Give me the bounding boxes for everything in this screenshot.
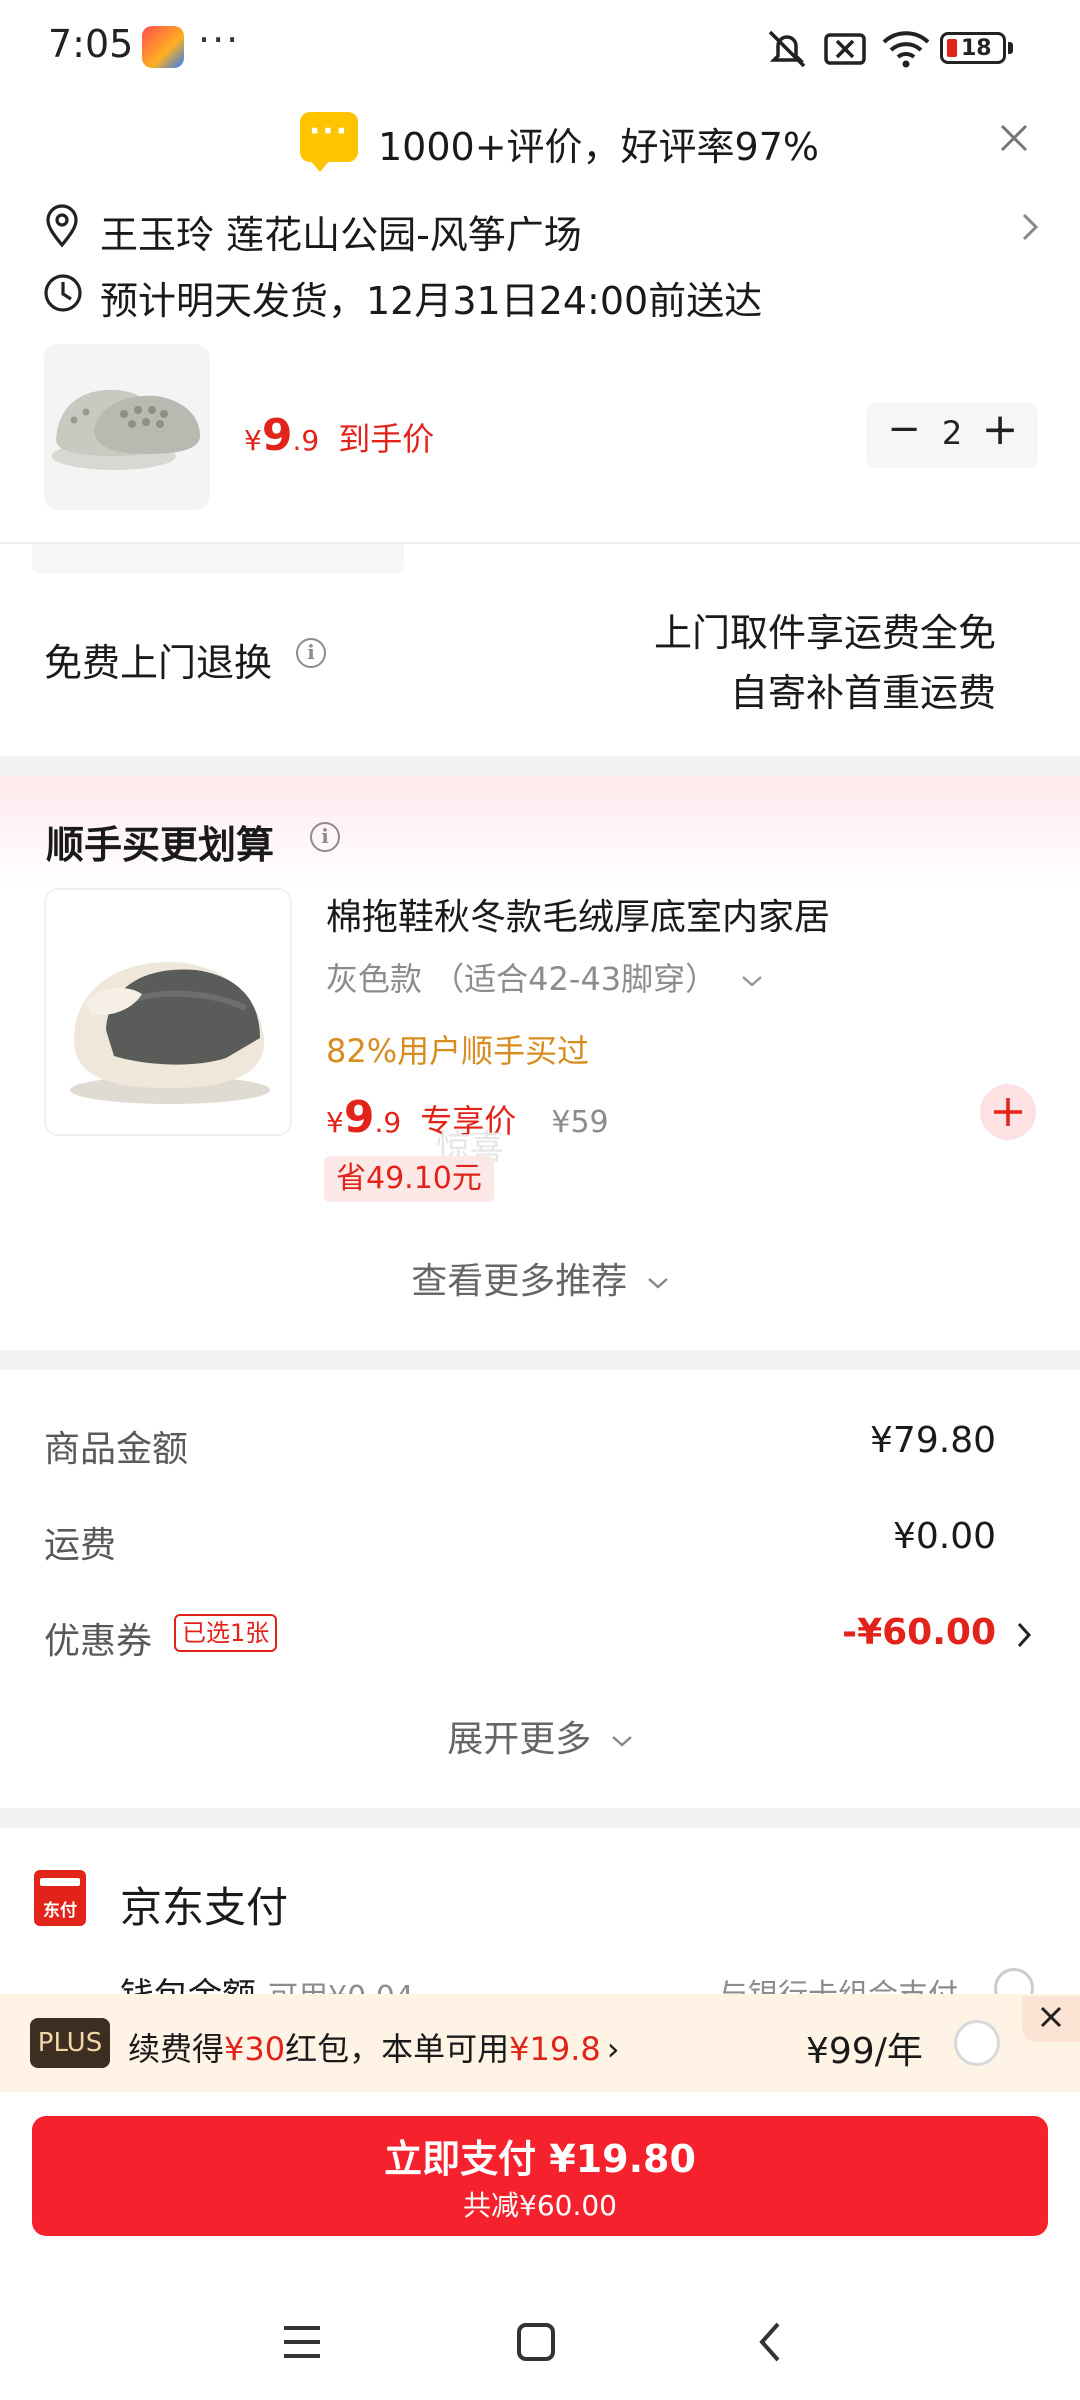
pay-now-label: 立即支付 ¥19.80: [384, 2137, 696, 2181]
battery-level: [947, 39, 957, 57]
shipping-value: ¥0.00: [892, 1516, 996, 1557]
status-bar: 7:05 ··· 18: [0, 0, 1080, 92]
return-line2: 自寄补首重运费: [729, 671, 996, 715]
mute-icon: [768, 30, 806, 68]
price-label: 到手价: [338, 420, 435, 458]
variant-selector[interactable]: 灰色款 （适合42-43脚穿）: [326, 954, 763, 1000]
address-text: 王玉玲 莲花山公园-风筝广场: [100, 213, 582, 257]
system-nav-bar: [0, 2284, 1080, 2400]
wifi-icon: [882, 31, 930, 68]
close-icon[interactable]: [994, 118, 1034, 158]
more-notifications-icon: ···: [198, 18, 241, 62]
return-label: 免费上门退换: [44, 641, 273, 685]
back-icon[interactable]: [754, 2320, 786, 2364]
plush-slipper-image: [70, 961, 270, 1104]
recommend-product-image[interactable]: [44, 888, 292, 1136]
section-gap: [0, 1350, 1080, 1370]
close-icon: [1040, 2006, 1062, 2028]
comment-icon: ···: [300, 112, 358, 172]
plus-price: ¥99/年: [806, 2031, 923, 2072]
coupon-row[interactable]: 优惠券 -¥60.00: [0, 1596, 1080, 1672]
recommend-title: 顺手买更划算: [46, 823, 275, 867]
battery-text: 18: [961, 36, 992, 61]
goods-amount-value: ¥79.80: [870, 1420, 996, 1461]
battery-icon: 18: [940, 32, 1006, 64]
pay-now-discount: 共减¥60.00: [463, 2189, 617, 2222]
chevron-right-icon: [1022, 213, 1039, 241]
coupon-count-badge: 已选1张: [174, 1614, 278, 1652]
see-more-recommend[interactable]: 查看更多推荐: [0, 1252, 1080, 1304]
chevron-down-icon: [647, 1278, 668, 1289]
rating-summary[interactable]: 1000+评价，好评率97%: [378, 116, 819, 171]
section-gap: [0, 756, 1080, 776]
clock-icon: [44, 274, 82, 312]
add-to-order-button[interactable]: [980, 1084, 1036, 1140]
pay-now-button[interactable]: 立即支付 ¥19.80 共减¥60.00: [32, 2116, 1048, 2236]
section-gap: [0, 1808, 1080, 1828]
coupon-label: 优惠券: [44, 1621, 153, 1662]
quantity-stepper[interactable]: − 2 +: [866, 402, 1038, 468]
original-price: ¥59: [551, 1105, 609, 1140]
app-notification-icon: [142, 26, 184, 68]
address-row[interactable]: 王玉玲 莲花山公园-风筝广场: [0, 196, 1080, 260]
recommend-product-title[interactable]: 棉拖鞋秋冬款毛绒厚底室内家居: [326, 888, 830, 940]
clock: 7:05: [48, 22, 134, 66]
plus-promo-text[interactable]: 续费得¥30红包，本单可用¥19.8 ›: [128, 2024, 620, 2070]
delivery-estimate: 预计明天发货，12月31日24:00前送达: [100, 279, 763, 323]
chevron-down-icon: [742, 976, 763, 987]
plus-close-button[interactable]: [1022, 1996, 1080, 2042]
increase-button[interactable]: +: [980, 404, 1020, 455]
info-icon[interactable]: i: [296, 638, 326, 668]
location-pin-icon: [46, 204, 78, 248]
jd-pay-icon: 东付: [34, 1870, 86, 1926]
sim-off-icon: [824, 33, 866, 65]
savings-tag: 省49.10元: [324, 1156, 494, 1202]
chevron-right-icon: [1017, 1622, 1032, 1648]
product-price: ¥9.9 到手价: [244, 410, 435, 461]
return-line1: 上门取件享运费全免: [653, 611, 996, 655]
quantity-value[interactable]: 2: [932, 414, 972, 452]
payment-title: 京东支付: [120, 1883, 289, 1932]
info-icon[interactable]: i: [310, 822, 340, 852]
goods-amount-label: 商品金额: [44, 1429, 189, 1470]
chevron-down-icon: [611, 1736, 632, 1747]
battery-tip: [1008, 42, 1013, 54]
menu-icon[interactable]: [282, 2322, 322, 2362]
plus-icon: [994, 1098, 1022, 1126]
home-icon[interactable]: [516, 2322, 556, 2362]
plus-badge: PLUS: [30, 2018, 110, 2068]
expand-more[interactable]: 展开更多: [0, 1710, 1080, 1762]
plus-select-radio[interactable]: [954, 2020, 1000, 2066]
coupon-value: -¥60.00: [842, 1612, 996, 1653]
buy-together-stat: 82%用户顺手买过: [326, 1032, 590, 1070]
clog-shoe-image: [52, 389, 200, 470]
decrease-button[interactable]: −: [884, 406, 924, 452]
collapsed-panel-edge: [32, 544, 404, 574]
product-image[interactable]: [44, 344, 210, 510]
shipping-label: 运费: [44, 1525, 117, 1566]
